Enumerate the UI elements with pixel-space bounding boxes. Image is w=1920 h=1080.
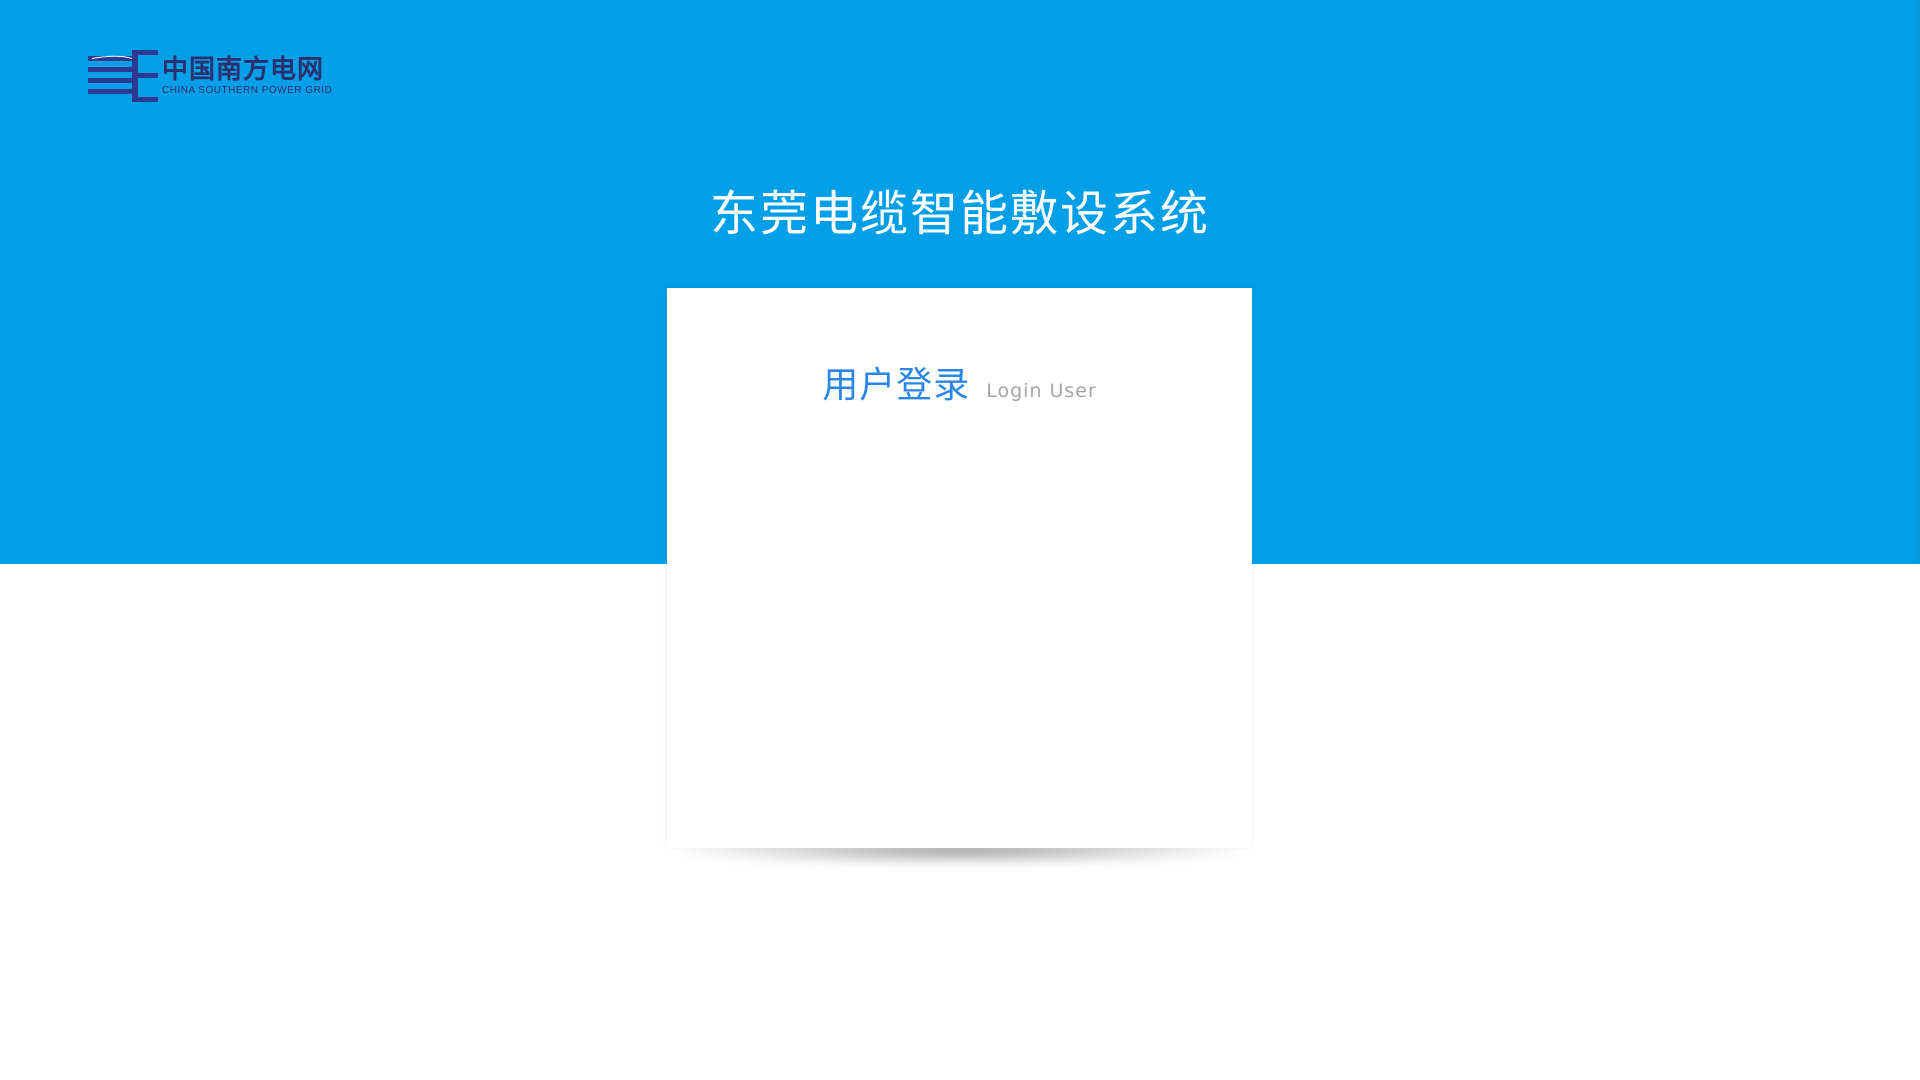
window-edge: [1914, 0, 1920, 564]
logo-name-en: CHINA SOUTHERN POWER GRID: [162, 85, 333, 96]
csg-logo-icon: [88, 50, 158, 102]
login-heading: 用户登录 Login User: [667, 356, 1252, 408]
login-page: 中国南方电网 CHINA SOUTHERN POWER GRID 东莞电缆智能敷…: [0, 0, 1920, 1080]
company-logo: 中国南方电网 CHINA SOUTHERN POWER GRID: [88, 50, 332, 102]
login-card-container: 用户登录 Login User: [667, 288, 1252, 866]
login-title-cn: 用户登录: [822, 365, 971, 406]
logo-text: 中国南方电网 CHINA SOUTHERN POWER GRID: [162, 55, 332, 97]
login-card: 用户登录 Login User: [667, 288, 1252, 848]
login-title-en: Login User: [986, 380, 1097, 402]
logo-name-cn: 中国南方电网: [162, 55, 325, 85]
system-title: 东莞电缆智能敷设系统: [709, 186, 1210, 242]
